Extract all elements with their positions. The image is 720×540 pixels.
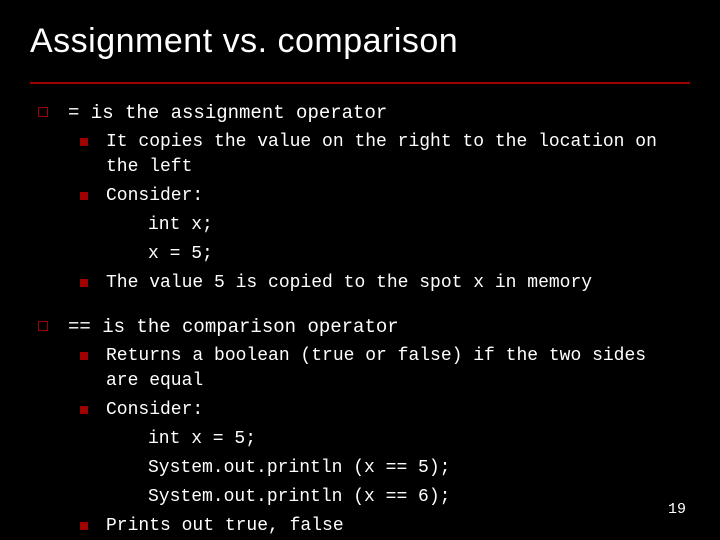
list-item: The value 5 is copied to the spot x in m…	[80, 271, 688, 296]
l1-text: == is the comparison operator	[68, 314, 399, 340]
l2-text: Consider:	[106, 184, 203, 209]
code-line: int x = 5;	[148, 427, 688, 452]
list-item: Consider:	[80, 184, 688, 209]
list-item: Returns a boolean (true or false) if the…	[80, 344, 688, 394]
l2-text: Consider:	[106, 398, 203, 423]
page-number: 19	[668, 501, 686, 518]
code-line: int x;	[148, 213, 688, 238]
content-area: = is the assignment operator It copies t…	[38, 100, 688, 540]
square-bullet-icon	[80, 138, 88, 146]
code-line: System.out.println (x == 6);	[148, 485, 688, 510]
l2-text: Prints out true, false	[106, 514, 344, 539]
square-bullet-icon	[80, 279, 88, 287]
slide-title: Assignment vs. comparison	[30, 22, 458, 61]
square-bullet-icon	[80, 352, 88, 360]
l2-text: The value 5 is copied to the spot x in m…	[106, 271, 592, 296]
list-item: Consider:	[80, 398, 688, 423]
code-line: x = 5;	[148, 242, 688, 267]
square-bullet-icon	[80, 406, 88, 414]
list-item: Prints out true, false	[80, 514, 688, 539]
l2-text: It copies the value on the right to the …	[106, 130, 688, 180]
spacer	[38, 300, 688, 314]
square-bullet-icon	[80, 192, 88, 200]
list-item: == is the comparison operator	[38, 314, 688, 340]
l2-text: Returns a boolean (true or false) if the…	[106, 344, 688, 394]
code-line: System.out.println (x == 5);	[148, 456, 688, 481]
sublist: It copies the value on the right to the …	[80, 130, 688, 296]
list-item: It copies the value on the right to the …	[80, 130, 688, 180]
l1-text: = is the assignment operator	[68, 100, 387, 126]
square-bullet-icon	[80, 522, 88, 530]
square-outline-bullet-icon	[38, 321, 48, 331]
title-rule	[30, 82, 690, 84]
slide: Assignment vs. comparison = is the assig…	[0, 0, 720, 540]
square-outline-bullet-icon	[38, 107, 48, 117]
sublist: Returns a boolean (true or false) if the…	[80, 344, 688, 539]
list-item: = is the assignment operator	[38, 100, 688, 126]
